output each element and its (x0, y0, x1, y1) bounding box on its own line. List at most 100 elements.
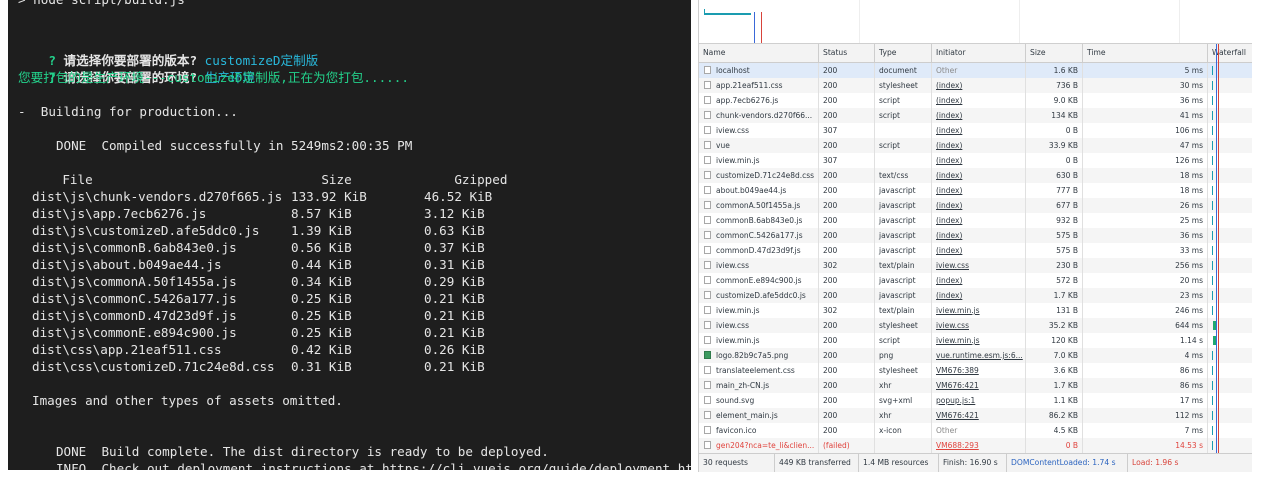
request-initiator[interactable]: (index) (932, 198, 1026, 213)
building-line: - Building for production... (18, 104, 238, 119)
column-time[interactable]: Time (1083, 44, 1208, 62)
request-name: commonC.5426a177.js (699, 228, 819, 243)
request-initiator[interactable]: iview.min.js (932, 303, 1026, 318)
network-request-row[interactable]: commonB.6ab843e0.js 200 javascript (index) 9… (699, 213, 1252, 228)
network-request-row[interactable]: localhost 200 document Other 1.6 KB 5 ms (699, 63, 1252, 78)
file-path: dist\css\app.21eaf511.css (32, 342, 222, 357)
request-type: svg+xml (875, 393, 932, 408)
column-waterfall[interactable]: Waterfall (1208, 44, 1252, 62)
request-time: 36 ms (1083, 93, 1208, 108)
request-time: 86 ms (1083, 378, 1208, 393)
column-name[interactable]: Name (699, 44, 819, 62)
request-status: 200 (819, 318, 875, 333)
request-name: commonB.6ab843e0.js (699, 213, 819, 228)
request-initiator[interactable]: (index) (932, 138, 1026, 153)
request-initiator[interactable]: (index) (932, 93, 1026, 108)
file-gzipped: 3.12 KiB (424, 206, 485, 221)
request-status: 200 (819, 228, 875, 243)
network-request-row[interactable]: iview.min.js 307 (index) 0 B 126 ms (699, 153, 1252, 168)
info-message: Check out deployment instructions at htt… (101, 461, 691, 470)
network-request-row[interactable]: app.21eaf511.css 200 stylesheet (index) 736 … (699, 78, 1252, 93)
request-size: 0 B (1026, 153, 1083, 168)
network-request-row[interactable]: customizeD.afe5ddc0.js 200 javascript (inde… (699, 288, 1252, 303)
request-initiator[interactable]: (index) (932, 183, 1026, 198)
network-request-row[interactable]: commonC.5426a177.js 200 javascript (index) 5… (699, 228, 1252, 243)
request-initiator[interactable]: popup.js:1 (932, 393, 1026, 408)
network-request-row[interactable]: translateelement.css 200 stylesheet VM676:3… (699, 363, 1252, 378)
network-request-row[interactable]: element_main.js 200 xhr VM676:421 86.2 KB 112… (699, 408, 1252, 423)
request-initiator[interactable]: (index) (932, 288, 1026, 303)
network-request-row[interactable]: commonA.50f1455a.js 200 javascript (index) 6… (699, 198, 1252, 213)
network-request-row[interactable]: app.7ecb6276.js 200 script (index) 9.0 KB 36 … (699, 93, 1252, 108)
request-initiator[interactable]: VM676:421 (932, 378, 1026, 393)
file-row: dist\js\commonA.50f1455a.js 0.34 KiB 0.29 … (32, 273, 485, 290)
request-type: text/plain (875, 303, 932, 318)
info-line: INFO Check out deployment instructions a… (18, 443, 691, 470)
file-gzipped: 0.26 KiB (424, 342, 485, 357)
request-initiator[interactable]: VM676:389 (932, 363, 1026, 378)
request-initiator[interactable]: VM688:293 (932, 438, 1026, 453)
request-initiator[interactable]: (index) (932, 168, 1026, 183)
file-size: 0.31 KiB (291, 359, 352, 374)
request-initiator[interactable]: Other (932, 423, 1026, 438)
request-type: png (875, 348, 932, 363)
request-waterfall (1208, 363, 1252, 378)
request-initiator[interactable]: (index) (932, 153, 1026, 168)
column-initiator[interactable]: Initiator (932, 44, 1026, 62)
request-status: 200 (819, 348, 875, 363)
request-initiator[interactable]: VM676:421 (932, 408, 1026, 423)
request-size: 4.5 KB (1026, 423, 1083, 438)
request-name: gen204?nca=te_li&clien... (699, 438, 819, 453)
request-time: 47 ms (1083, 138, 1208, 153)
file-row: dist\js\commonB.6ab843e0.js 0.56 KiB 0.37 … (32, 239, 485, 256)
request-initiator[interactable]: vue.runtime.esm.js:6... (932, 348, 1026, 363)
request-type: stylesheet (875, 363, 932, 378)
request-size: 572 B (1026, 273, 1083, 288)
network-request-row[interactable]: iview.min.js 200 script iview.min.js 120 KB 1… (699, 333, 1252, 348)
request-initiator[interactable]: iview.css (932, 318, 1026, 333)
request-time: 17 ms (1083, 393, 1208, 408)
network-request-row[interactable]: customizeD.71c24e8d.css 200 text/css (index… (699, 168, 1252, 183)
prompt-environment: ? 请选择你要部署的环境? 生产环境 (18, 52, 255, 85)
network-request-row[interactable]: iview.css 302 text/plain iview.css 230 B 256 … (699, 258, 1252, 273)
network-request-row[interactable]: commonD.47d23d9f.js 200 javascript (index) 5… (699, 243, 1252, 258)
request-initiator[interactable]: (index) (932, 123, 1026, 138)
request-size: 86.2 KB (1026, 408, 1083, 423)
network-request-row[interactable]: commonE.e894c900.js 200 javascript (index) 5… (699, 273, 1252, 288)
network-request-row[interactable]: logo.82b9c7a5.png 200 png vue.runtime.esm.j… (699, 348, 1252, 363)
network-request-row[interactable]: gen204?nca=te_li&clien... (failed) VM688:2… (699, 438, 1252, 453)
network-request-row[interactable]: sound.svg 200 svg+xml popup.js:1 1.1 KB 17 ms (699, 393, 1252, 408)
waterfall-bar (1212, 126, 1213, 135)
request-initiator[interactable]: iview.css (932, 258, 1026, 273)
column-status[interactable]: Status (819, 44, 875, 62)
request-waterfall (1208, 78, 1252, 93)
request-initiator[interactable]: (index) (932, 78, 1026, 93)
request-initiator[interactable]: iview.min.js (932, 333, 1026, 348)
request-initiator[interactable]: (index) (932, 243, 1026, 258)
network-request-row[interactable]: about.b049ae44.js 200 javascript (index) 777… (699, 183, 1252, 198)
file-row: dist\js\commonE.e894c900.js 0.25 KiB 0.21 … (32, 324, 485, 341)
request-initiator[interactable]: (index) (932, 108, 1026, 123)
overview-timeline-tick (704, 9, 705, 15)
request-initiator[interactable]: (index) (932, 228, 1026, 243)
network-request-row[interactable]: chunk-vendors.d270f66... 200 script (index)… (699, 108, 1252, 123)
request-initiator[interactable]: (index) (932, 213, 1026, 228)
summary-domcontentloaded: DOMContentLoaded: 1.74 s (1007, 454, 1128, 472)
request-status: (failed) (819, 438, 875, 453)
network-request-row[interactable]: vue 200 script (index) 33.9 KB 47 ms (699, 138, 1252, 153)
request-name: translateelement.css (699, 363, 819, 378)
network-request-row[interactable]: favicon.ico 200 x-icon Other 4.5 KB 7 ms (699, 423, 1252, 438)
network-request-row[interactable]: iview.min.js 302 text/plain iview.min.js 131… (699, 303, 1252, 318)
network-overview[interactable] (699, 0, 1252, 44)
network-request-row[interactable]: main_zh-CN.js 200 xhr VM676:421 1.7 KB 86 ms (699, 378, 1252, 393)
column-type[interactable]: Type (875, 44, 932, 62)
request-type: javascript (875, 288, 932, 303)
request-initiator[interactable]: Other (932, 63, 1026, 78)
network-request-row[interactable]: iview.css 307 (index) 0 B 106 ms (699, 123, 1252, 138)
file-size: 0.25 KiB (291, 325, 352, 340)
request-type: stylesheet (875, 78, 932, 93)
request-initiator[interactable]: (index) (932, 273, 1026, 288)
waterfall-bar (1212, 81, 1213, 90)
column-size[interactable]: Size (1026, 44, 1083, 62)
network-request-row[interactable]: iview.css 200 stylesheet iview.css 35.2 KB 64… (699, 318, 1252, 333)
